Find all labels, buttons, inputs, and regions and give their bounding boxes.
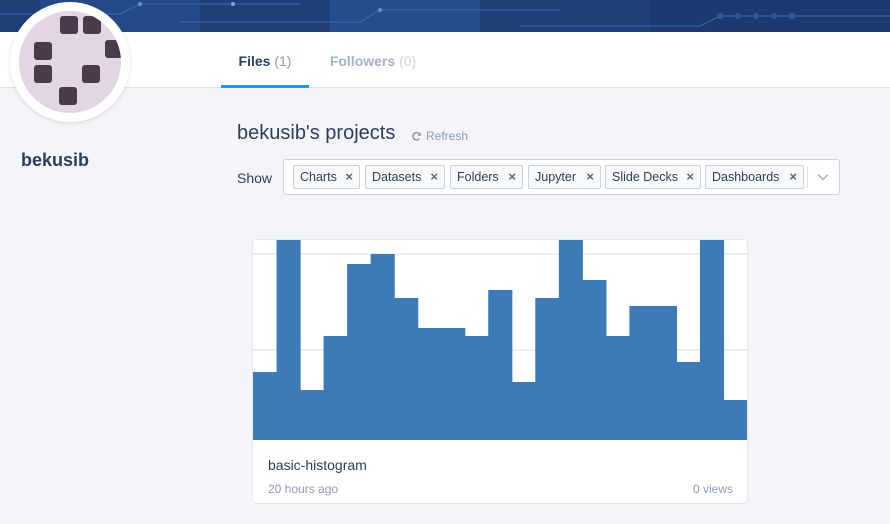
histogram-bar	[558, 240, 583, 440]
avatar-identicon	[19, 11, 121, 113]
filter-chip-slide-decks: Slide Decks ×	[605, 165, 701, 189]
file-name[interactable]: basic-histogram	[268, 457, 367, 473]
histogram-bar	[723, 400, 747, 440]
tab-followers[interactable]: Followers (0)	[322, 32, 424, 88]
histogram-bar	[676, 362, 701, 440]
histogram-bar	[464, 336, 489, 440]
banner-pattern	[0, 0, 890, 32]
remove-folders-icon[interactable]: ×	[508, 169, 516, 184]
filter-chip-label: Charts	[300, 170, 337, 184]
file-card[interactable]: basic-histogram 20 hours ago 0 views	[252, 239, 748, 504]
filter-chip-label: Slide Decks	[612, 170, 678, 184]
filter-chip-label: Jupyter	[535, 170, 576, 184]
file-type-filter[interactable]: Charts × Datasets × Folders × Jupyter × …	[283, 159, 840, 195]
histogram-bar	[582, 280, 607, 440]
tab-followers-count: (0)	[399, 53, 417, 69]
histogram-bar	[511, 382, 536, 440]
filter-chip-label: Dashboards	[712, 170, 780, 184]
file-view-count: 0 views	[692, 482, 733, 496]
histogram-bar	[605, 336, 630, 440]
histogram-bar	[441, 328, 466, 440]
file-timestamp: 20 hours ago	[268, 482, 339, 496]
histogram-bar	[652, 306, 678, 440]
tab-files-count: (1)	[274, 53, 292, 69]
profile-username: bekusib	[21, 150, 90, 170]
refresh-label: Refresh	[426, 129, 469, 143]
refresh-button[interactable]: Refresh	[411, 129, 468, 143]
filter-chip-label: Folders	[457, 170, 499, 184]
show-label: Show	[237, 170, 273, 186]
remove-dashboards-icon[interactable]: ×	[789, 169, 797, 184]
profile-tab-bar: Files (1) Followers (0)	[0, 32, 890, 88]
histogram-bar	[417, 328, 442, 440]
filter-chip-folders: Folders ×	[450, 165, 523, 189]
tab-followers-label: Followers	[329, 53, 396, 69]
histogram-bar	[488, 290, 513, 440]
histogram-thumbnail	[253, 240, 747, 440]
histogram-bar	[253, 372, 278, 440]
histogram-bar	[347, 264, 372, 440]
histogram-bar	[394, 298, 419, 440]
histogram-bar	[699, 240, 725, 440]
histogram-bar	[323, 336, 348, 440]
filter-chip-label: Datasets	[372, 170, 422, 184]
chevron-down-icon[interactable]	[816, 170, 830, 184]
projects-title: bekusib's projects	[237, 122, 396, 144]
histogram-bar	[535, 298, 560, 440]
tab-files-label: Files	[238, 53, 271, 69]
filter-chip-charts: Charts ×	[293, 165, 360, 189]
tab-files[interactable]: Files (1)	[221, 32, 309, 88]
header-banner	[0, 0, 890, 32]
remove-jupyter-icon[interactable]: ×	[586, 169, 594, 184]
filter-chip-datasets: Datasets ×	[365, 165, 445, 189]
remove-slide-decks-icon[interactable]: ×	[686, 169, 694, 184]
remove-charts-icon[interactable]: ×	[345, 169, 353, 184]
histogram-bar	[276, 240, 301, 440]
histogram-bar	[629, 306, 654, 440]
histogram-bar	[300, 390, 325, 440]
histogram-bar	[370, 254, 395, 440]
filter-chip-jupyter: Jupyter ×	[528, 165, 601, 189]
dropdown-divider	[807, 166, 808, 188]
avatar	[10, 2, 130, 122]
refresh-icon	[412, 131, 421, 141]
remove-datasets-icon[interactable]: ×	[430, 169, 438, 184]
filter-chip-dashboards: Dashboards ×	[705, 165, 804, 189]
